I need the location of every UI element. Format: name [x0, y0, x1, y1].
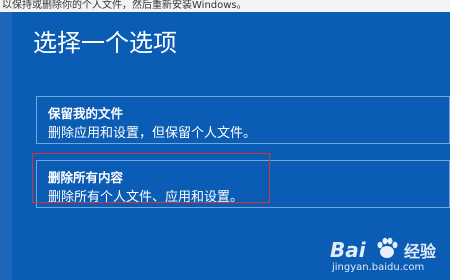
remove-everything-description: 删除所有个人文件、应用和设置。: [48, 190, 244, 205]
dialog-title: 选择一个选项: [33, 29, 177, 57]
remove-everything-option[interactable]: 删除所有内容 删除所有个人文件、应用和设置。: [36, 160, 450, 208]
keep-my-files-description: 删除应用和设置，但保留个人文件。: [48, 126, 257, 141]
keep-my-files-label: 保留我的文件: [48, 106, 124, 121]
keep-my-files-option[interactable]: 保留我的文件 删除应用和设置，但保留个人文件。: [36, 96, 450, 144]
baidu-jingyan-watermark: Bai 经验 jingyan.baidu.com: [330, 236, 442, 276]
paw-icon: [377, 237, 398, 258]
watermark-url: jingyan.baidu.com: [332, 262, 425, 273]
jingyan-text: 经验: [404, 242, 437, 261]
background-page-text: 以保持或删除你的个人文件，然后重新安装Windows。: [0, 0, 450, 12]
remove-everything-label: 删除所有内容: [48, 170, 124, 185]
baidu-logo-text: Bai: [330, 238, 366, 262]
